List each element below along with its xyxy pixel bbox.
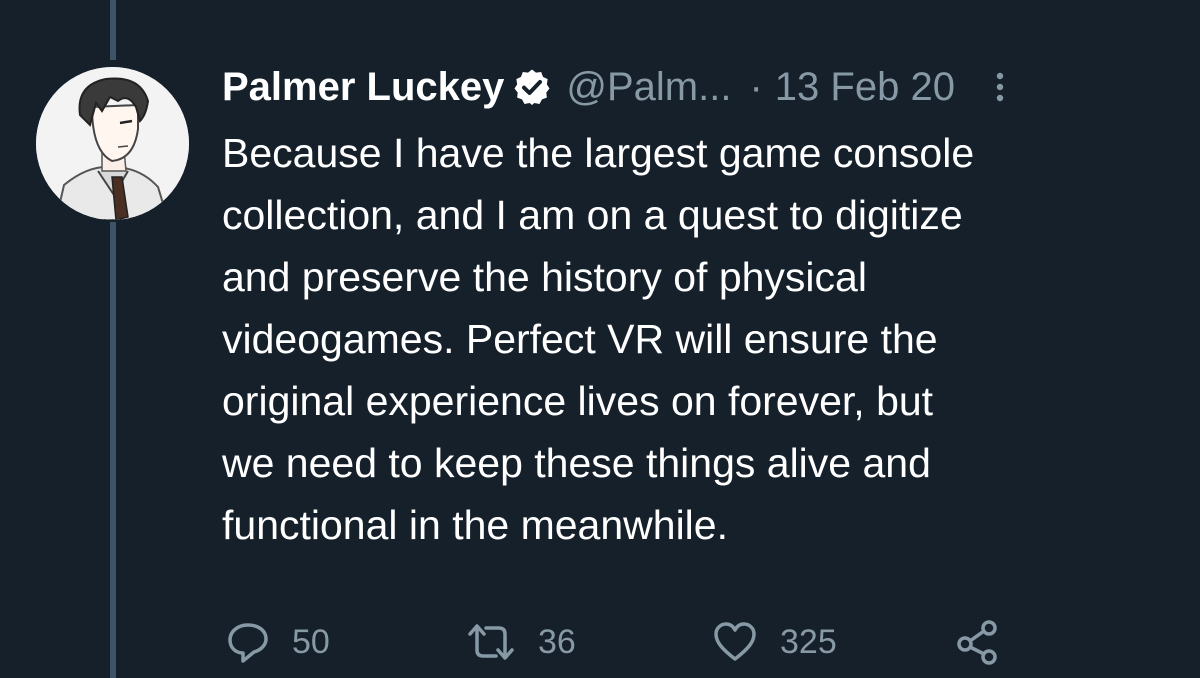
header-separator: · [749,64,763,109]
tweet-card[interactable]: Palmer Luckey @Palm... · 13 Feb 20 Becau… [0,0,1200,678]
tweet-date[interactable]: 13 Feb 20 [775,65,955,110]
avatar-illustration [36,67,189,220]
handle[interactable]: @Palm... [566,65,731,110]
heart-icon [714,622,756,661]
reply-count: 50 [292,622,330,661]
thread-line-top [110,0,116,60]
tweet-content: Palmer Luckey @Palm... · 13 Feb 20 Becau… [222,58,1162,556]
share-button[interactable] [954,616,1022,668]
retweet-icon [468,624,514,660]
like-count: 325 [780,622,837,661]
retweet-count: 36 [538,622,576,661]
thread-line-bottom [110,222,116,678]
reply-button[interactable]: 50 [226,616,330,668]
reply-icon [228,623,268,663]
tweet-actions: 50 36 325 [226,616,1026,668]
display-name[interactable]: Palmer Luckey [222,65,504,110]
avatar[interactable] [36,67,189,220]
retweet-button[interactable]: 36 [466,616,576,668]
like-button[interactable]: 325 [712,616,837,668]
verified-badge-icon [514,69,550,105]
share-icon [957,620,997,665]
more-options-icon[interactable] [989,67,1011,107]
tweet-header: Palmer Luckey @Palm... · 13 Feb 20 [222,58,1162,116]
tweet-text: Because I have the largest game console … [222,130,975,548]
